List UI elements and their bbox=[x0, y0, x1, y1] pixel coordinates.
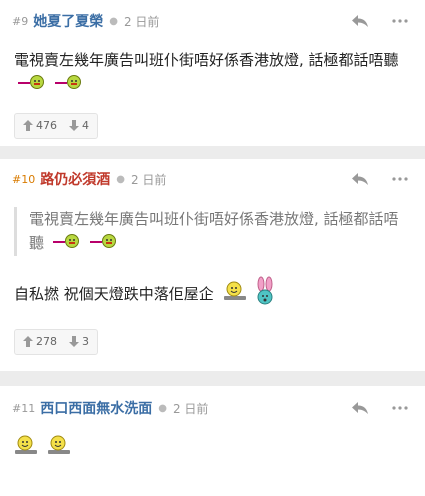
more-icon[interactable] bbox=[387, 9, 413, 33]
username[interactable]: 西口西面無水洗面 bbox=[40, 398, 152, 418]
username[interactable]: 路仍必須酒 bbox=[40, 169, 110, 189]
separator-dot: ● bbox=[109, 15, 118, 27]
downvote-button[interactable]: 4 bbox=[69, 119, 89, 132]
smiley-emoji-icon bbox=[47, 434, 71, 463]
thumb-down-icon bbox=[69, 120, 79, 131]
post-header: #10 路仍必須酒 ● 2 日前 bbox=[12, 159, 413, 199]
vote-box: 278 3 bbox=[14, 328, 98, 355]
upvote-count: 278 bbox=[36, 335, 57, 348]
post-divider bbox=[0, 371, 425, 386]
upvote-button[interactable]: 278 bbox=[23, 335, 57, 348]
timestamp: 2 日前 bbox=[123, 14, 160, 29]
post-number: #9 bbox=[12, 14, 29, 28]
post-content: 電視賣左幾年廣告叫班仆街唔好係香港放燈, 話極都話唔聽 bbox=[12, 42, 413, 97]
post-number: #11 bbox=[12, 401, 36, 415]
thumb-down-icon bbox=[69, 336, 79, 347]
quoted-post: 電視賣左幾年廣告叫班仆街唔好係香港放燈, 話極都話唔聽 bbox=[14, 207, 413, 256]
post-text: 電視賣左幾年廣告叫班仆街唔好係香港放燈, 話極都話唔聽 bbox=[14, 51, 399, 69]
post-text: 自私撚 祝個天燈跌中落佢屋企 bbox=[14, 284, 214, 303]
username[interactable]: 她夏了夏榮 bbox=[33, 11, 103, 31]
reply-icon[interactable] bbox=[347, 396, 373, 420]
downvote-count: 3 bbox=[82, 335, 89, 348]
post-header: #9 她夏了夏榮 ● 2 日前 bbox=[12, 0, 413, 42]
downvote-count: 4 bbox=[82, 119, 89, 132]
post-9: #9 她夏了夏榮 ● 2 日前 電視賣左幾年廣告叫班仆街唔好係香港放燈, 話極都… bbox=[0, 0, 425, 146]
more-icon[interactable] bbox=[387, 167, 413, 191]
post-10: #10 路仍必須酒 ● 2 日前 電視賣左幾年廣告叫班仆街唔好係香港放燈, 話極… bbox=[0, 159, 425, 371]
upvote-count: 476 bbox=[36, 119, 57, 132]
bunny-emoji-icon bbox=[255, 276, 275, 313]
more-icon[interactable] bbox=[387, 396, 413, 420]
downvote-button[interactable]: 3 bbox=[69, 335, 89, 348]
timestamp: 2 日前 bbox=[172, 401, 209, 416]
smiley-emoji-icon bbox=[223, 280, 247, 309]
reply-icon[interactable] bbox=[347, 9, 373, 33]
smiley-emoji-icon bbox=[14, 434, 38, 463]
thumb-up-icon bbox=[23, 336, 33, 347]
timestamp: 2 日前 bbox=[130, 172, 167, 187]
reply-icon[interactable] bbox=[347, 167, 373, 191]
separator-dot: ● bbox=[116, 173, 125, 185]
upvote-button[interactable]: 476 bbox=[23, 119, 57, 132]
firework-emoji-icon bbox=[89, 232, 118, 256]
post-header: #11 西口西面無水洗面 ● 2 日前 bbox=[12, 386, 413, 430]
separator-dot: ● bbox=[158, 402, 167, 414]
firework-emoji-icon bbox=[18, 73, 46, 97]
post-content bbox=[12, 430, 413, 463]
thumb-up-icon bbox=[23, 120, 33, 131]
quote-text: 電視賣左幾年廣告叫班仆街唔好係香港放燈, 話極都話唔聽 bbox=[29, 210, 399, 252]
post-content: 自私撚 祝個天燈跌中落佢屋企 bbox=[12, 276, 413, 313]
firework-emoji-icon bbox=[52, 232, 81, 256]
post-11: #11 西口西面無水洗面 ● 2 日前 bbox=[0, 386, 425, 496]
firework-emoji-icon bbox=[54, 73, 83, 97]
post-number: #10 bbox=[12, 172, 36, 186]
vote-box: 476 4 bbox=[14, 112, 98, 139]
